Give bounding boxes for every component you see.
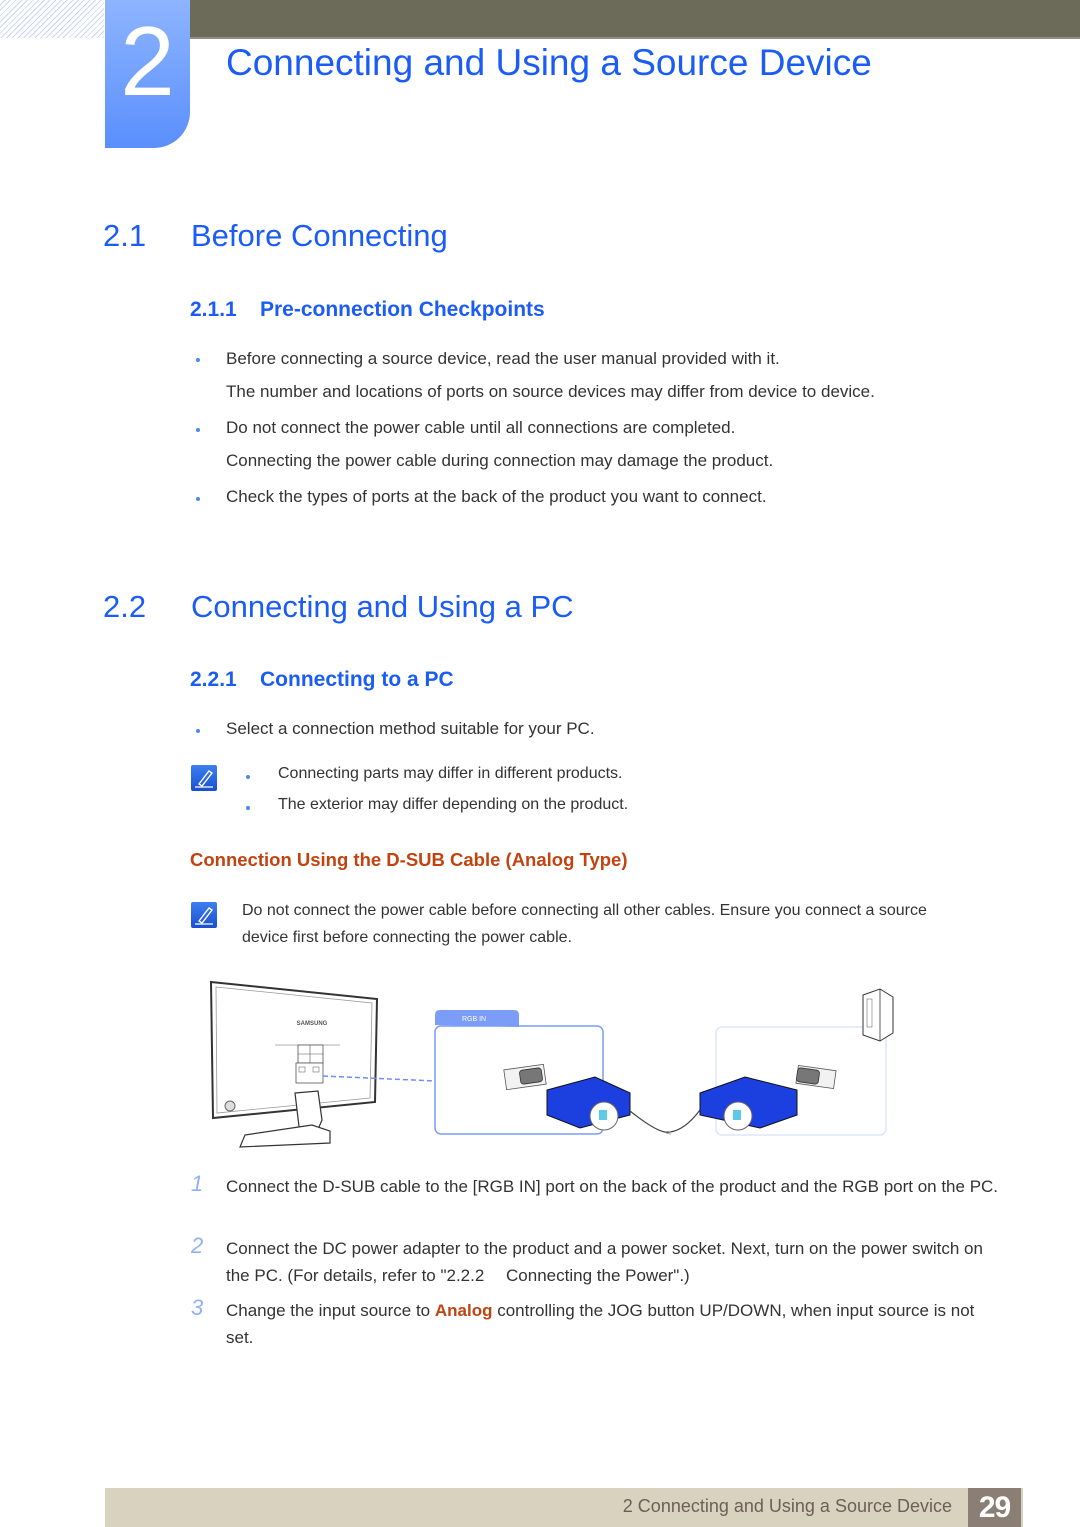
header-bar: [190, 0, 1080, 39]
footer-chapter-title: 2 Connecting and Using a Source Device: [622, 1496, 952, 1516]
subsection-title: Pre-connection Checkpoints: [260, 298, 545, 321]
dsub-connector-icon: [699, 1076, 798, 1131]
dsub-connector-icon: [546, 1076, 631, 1131]
port-label: RGB IN: [462, 1016, 486, 1023]
list-item: Do not connect the power cable until all…: [226, 418, 736, 437]
subsection-heading-2-2-1: 2.2.1 Connecting to a PC: [190, 667, 790, 693]
step-text: Connect the D-SUB cable to the [RGB IN] …: [226, 1177, 999, 1196]
section-heading-2-2: 2.2 Connecting and Using a PC: [103, 587, 703, 627]
step-text: Connect the DC power adapter to the prod…: [226, 1239, 983, 1285]
step-text-before: Change the input source to: [226, 1301, 435, 1320]
dsub-heading: Connection Using the D-SUB Cable (Analog…: [190, 849, 628, 870]
step-number: 1: [191, 1171, 204, 1196]
bullet-icon: [196, 428, 200, 432]
dsub-cable: [629, 1109, 701, 1133]
step-number: 2: [191, 1233, 204, 1258]
bullet-icon: [196, 358, 200, 362]
section-number: 2.2: [103, 589, 147, 624]
note-pencil-icon: [191, 765, 217, 791]
subsection-number: 2.2.1: [190, 668, 237, 691]
section-title: Connecting and Using a PC: [191, 589, 574, 624]
subsection-heading-2-1-1: 2.1.1 Pre-connection Checkpoints: [190, 297, 790, 323]
subsection-number: 2.1.1: [190, 298, 237, 321]
chapter-number-tab: 2: [105, 0, 190, 148]
chapter-title: Connecting and Using a Source Device: [226, 42, 872, 83]
page-number: 29: [968, 1488, 1021, 1527]
list-item: Select a connection method suitable for …: [226, 719, 595, 738]
subsection-title: Connecting to a PC: [260, 668, 454, 691]
connection-diagram: SAMSUNG RGB IN ≈: [209, 980, 894, 1148]
bullet-icon: [246, 806, 250, 810]
note-line: device first before connecting the power…: [242, 929, 572, 946]
monitor-back-icon: SAMSUNG: [209, 980, 379, 1148]
note-pencil-icon: [191, 902, 217, 928]
bullet-icon: [196, 497, 200, 501]
section-title: Before Connecting: [191, 218, 448, 253]
chapter-number: 2: [120, 6, 175, 116]
bullet-icon: [246, 775, 250, 779]
list-item-detail: Connecting the power cable during connec…: [226, 451, 774, 470]
cable-break-icon: ≈: [666, 1128, 672, 1139]
header-hatch-pattern: [0, 0, 104, 38]
section-number: 2.1: [103, 218, 147, 253]
vga-port-icon: [795, 1064, 837, 1090]
bullet-icon: [196, 729, 200, 733]
list-item-detail: The number and locations of ports on sou…: [226, 382, 875, 401]
note-item: Connecting parts may differ in different…: [278, 765, 623, 782]
section-heading-2-1: 2.1 Before Connecting: [103, 216, 703, 256]
step-text: Change the input source to Analog contro…: [226, 1297, 1006, 1351]
list-item: Check the types of ports at the back of …: [226, 487, 767, 506]
list-item: Before connecting a source device, read …: [226, 349, 780, 368]
note-line: Do not connect the power cable before co…: [242, 902, 927, 919]
analog-highlight: Analog: [434, 1301, 493, 1320]
vga-port-icon: [503, 1063, 547, 1091]
brand-label: SAMSUNG: [297, 1021, 328, 1027]
pc-tower-icon: [862, 988, 894, 1042]
step-number: 3: [191, 1295, 204, 1320]
note-item: The exterior may differ depending on the…: [278, 796, 629, 813]
